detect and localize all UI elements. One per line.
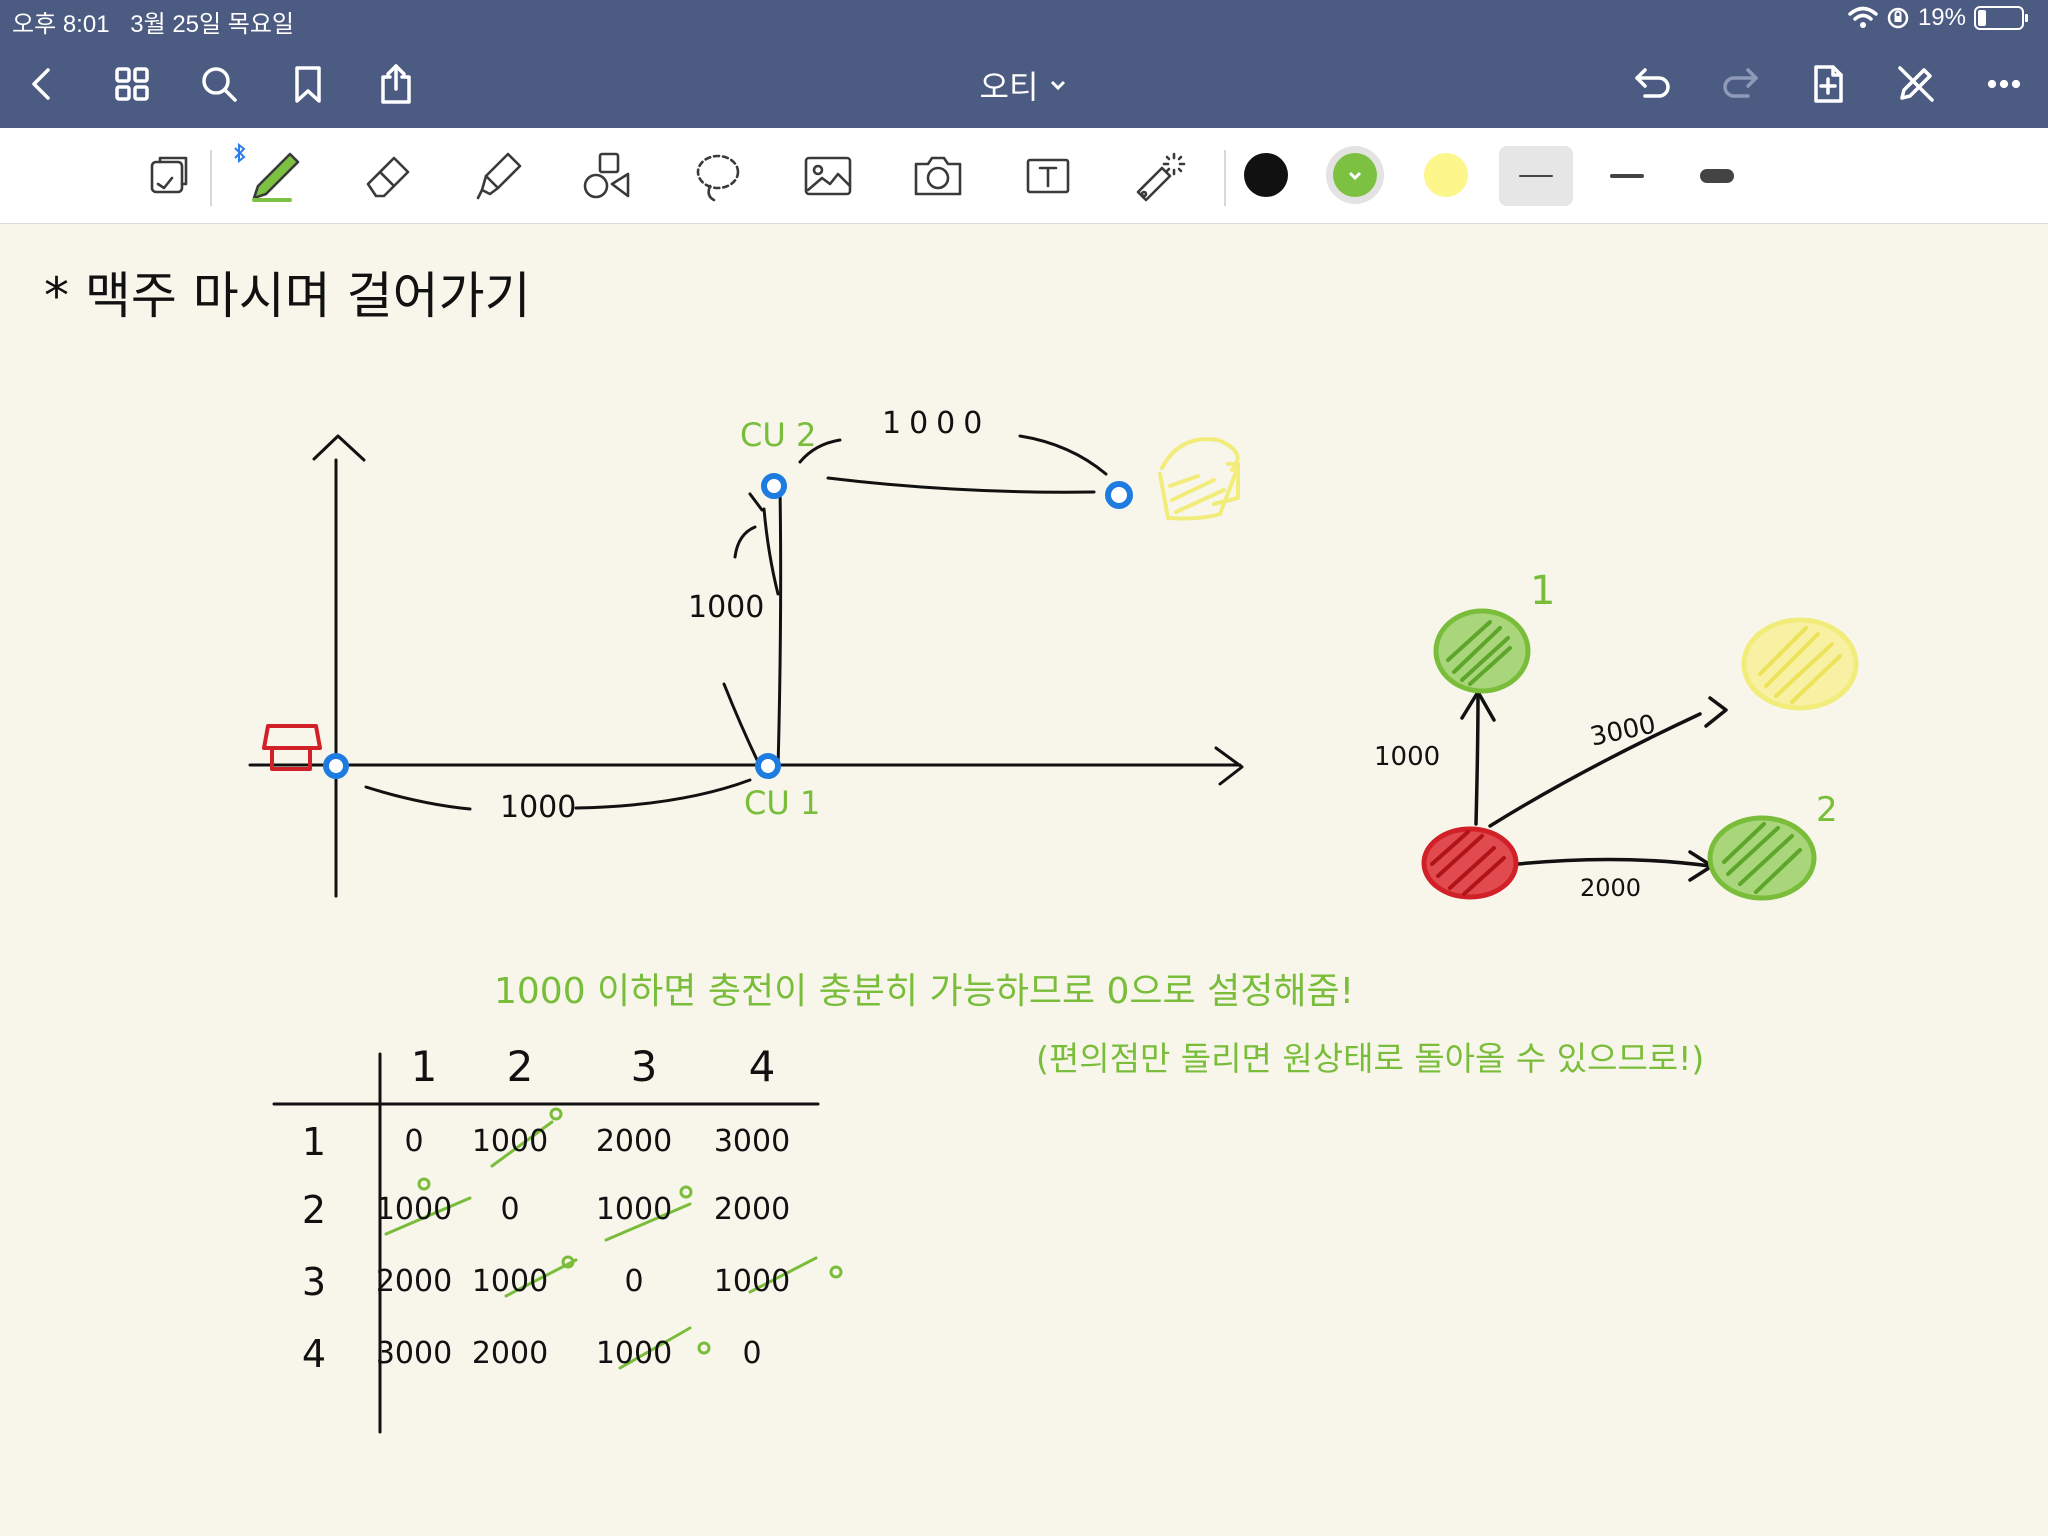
store-icon xyxy=(262,724,322,771)
add-page-icon[interactable] xyxy=(1802,58,1854,110)
status-bar-left: 오후 8:01 3월 25일 목요일 xyxy=(12,4,308,39)
matrix-row-header: 3 xyxy=(301,1260,327,1304)
battery-level xyxy=(1978,10,1986,26)
document-title-button[interactable]: 오티 xyxy=(980,62,1069,108)
graph-node-label-2: 2 xyxy=(1816,790,1838,830)
matrix-cell: 1000 xyxy=(595,1336,673,1371)
stroke-width-thin[interactable] xyxy=(1499,146,1573,206)
bluetooth-icon xyxy=(234,142,246,164)
chevron-down-icon xyxy=(1348,171,1362,181)
orientation-lock-icon xyxy=(1887,7,1909,29)
note-canvas[interactable]: * 맥주 마시며 걸어가기 1000 1000 1000 CU 1 CU 2 1… xyxy=(0,224,2048,1536)
chevron-left-icon[interactable] xyxy=(16,58,68,110)
point-markers xyxy=(323,473,1133,779)
matrix-grid xyxy=(272,1052,820,1434)
bookmark-icon[interactable] xyxy=(282,58,334,110)
node-label-cu2: CU 2 xyxy=(740,416,817,454)
edge-label-cu2-beer: 1000 xyxy=(882,406,991,441)
lasso-icon[interactable] xyxy=(680,140,756,212)
matrix-col-header: 1 xyxy=(410,1042,438,1091)
pencil-off-icon[interactable] xyxy=(1890,58,1942,110)
matrix-cell: 0 xyxy=(404,1124,424,1159)
status-date: 3월 25일 목요일 xyxy=(130,11,294,38)
edge-label-store-cu1: 1000 xyxy=(500,790,577,825)
matrix-cell: 3000 xyxy=(375,1336,453,1371)
grid-icon[interactable] xyxy=(106,58,158,110)
tool-bar xyxy=(0,128,2048,224)
text-icon[interactable] xyxy=(1010,140,1086,212)
matrix-cell: 1000 xyxy=(471,1264,549,1299)
camera-icon[interactable] xyxy=(900,140,976,212)
matrix-cell: 1000 xyxy=(713,1264,791,1299)
matrix-cell: 1000 xyxy=(375,1192,453,1227)
matrix-col-header: 2 xyxy=(506,1042,534,1091)
matrix-row-header: 2 xyxy=(301,1188,327,1232)
matrix-cell: 2000 xyxy=(375,1264,453,1299)
stroke-width-thick[interactable] xyxy=(1680,146,1754,206)
color-swatch-green[interactable] xyxy=(1333,153,1377,197)
share-icon[interactable] xyxy=(370,58,422,110)
battery-percent: 19% xyxy=(1917,4,1966,31)
matrix-cell: 0 xyxy=(624,1264,644,1299)
lasso-select-icon[interactable] xyxy=(130,140,206,212)
matrix-cell: 2000 xyxy=(595,1124,673,1159)
graph-edge-label-right: 2000 xyxy=(1580,874,1642,902)
wifi-icon xyxy=(1848,6,1878,28)
eraser-icon[interactable] xyxy=(350,140,426,212)
beer-icon xyxy=(1158,437,1240,521)
search-icon[interactable] xyxy=(193,58,245,110)
highlighter-icon[interactable] xyxy=(460,140,536,212)
toolbar-divider xyxy=(210,150,212,206)
graph-node-label-1: 1 xyxy=(1530,568,1556,614)
color-swatch-black[interactable] xyxy=(1244,153,1288,197)
edge-label-cu1-cu2: 1000 xyxy=(688,590,765,625)
remark-threshold: 1000 이하면 충전이 충분히 가능하므로 0으로 설정해줌! xyxy=(494,971,1355,1012)
battery-icon xyxy=(1974,6,2028,30)
laser-pointer-icon[interactable] xyxy=(1120,140,1196,212)
matrix-row-header: 1 xyxy=(301,1120,327,1164)
matrix-row-header: 4 xyxy=(301,1332,327,1376)
chevron-down-icon xyxy=(1051,80,1066,91)
matrix-cell: 2000 xyxy=(471,1336,549,1371)
document-title: 오티 xyxy=(979,69,1039,105)
matrix-cell: 1000 xyxy=(595,1192,673,1227)
undo-icon[interactable] xyxy=(1627,58,1679,110)
top-bar: 오후 8:01 3월 25일 목요일 19% 오티 xyxy=(0,0,2048,128)
stroke-width-medium[interactable] xyxy=(1590,146,1664,206)
matrix-cell: 2000 xyxy=(713,1192,791,1227)
matrix-cell: 1000 xyxy=(471,1124,549,1159)
node-label-cu1: CU 1 xyxy=(744,784,821,822)
note-heading: * 맥주 마시며 걸어가기 xyxy=(44,267,531,325)
graph-edge-label-up: 1000 xyxy=(1374,742,1441,772)
matrix-cell: 0 xyxy=(500,1192,520,1227)
image-icon[interactable] xyxy=(790,140,866,212)
status-time: 오후 8:01 xyxy=(12,11,110,38)
redo-icon[interactable] xyxy=(1714,58,1766,110)
matrix-col-header: 3 xyxy=(630,1042,658,1091)
more-icon[interactable] xyxy=(1978,58,2030,110)
shapes-icon[interactable] xyxy=(570,140,646,212)
color-swatch-yellow[interactable] xyxy=(1424,153,1468,197)
axis-lines xyxy=(248,434,1244,898)
matrix-col-header: 4 xyxy=(748,1042,776,1091)
graph-nodes xyxy=(1421,608,1859,901)
remark-reset: (편의점만 돌리면 원상태로 돌아올 수 있으므로!) xyxy=(1036,1039,1705,1078)
matrix-cell: 3000 xyxy=(713,1124,791,1159)
toolbar-divider xyxy=(1224,150,1226,206)
status-bar-right: 19% xyxy=(1848,4,2028,32)
matrix-cell: 0 xyxy=(742,1336,762,1371)
